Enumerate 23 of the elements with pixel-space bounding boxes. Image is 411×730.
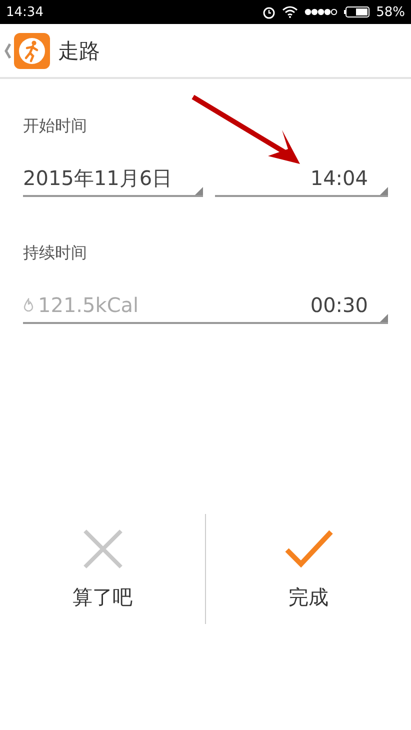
wifi-icon xyxy=(282,6,298,18)
duration-picker[interactable]: 121.5kCal 00:30 xyxy=(23,290,388,324)
battery-percentage: 58% xyxy=(376,4,405,20)
battery-icon xyxy=(344,6,370,18)
calories-text: 121.5kCal xyxy=(38,293,139,317)
checkmark-icon xyxy=(284,528,334,570)
signal-icon xyxy=(304,8,338,16)
start-time-label: 开始时间 xyxy=(23,116,87,137)
time-picker[interactable]: 14:04 xyxy=(215,163,388,197)
back-icon[interactable] xyxy=(4,42,12,58)
runner-app-icon xyxy=(14,32,50,68)
close-icon xyxy=(82,528,124,570)
date-picker[interactable]: 2015年11月6日 xyxy=(23,163,204,197)
page-title: 走路 xyxy=(58,38,100,64)
clock-time: 14:34 xyxy=(6,4,44,20)
flame-icon xyxy=(23,298,34,312)
alarm-icon xyxy=(262,5,276,19)
dropdown-corner-icon xyxy=(380,187,388,195)
done-button[interactable]: 完成 xyxy=(206,514,411,624)
dropdown-corner-icon xyxy=(195,187,204,195)
dropdown-corner-icon xyxy=(380,314,388,322)
duration-label: 持续时间 xyxy=(23,243,87,264)
cancel-button[interactable]: 算了吧 xyxy=(0,514,205,624)
